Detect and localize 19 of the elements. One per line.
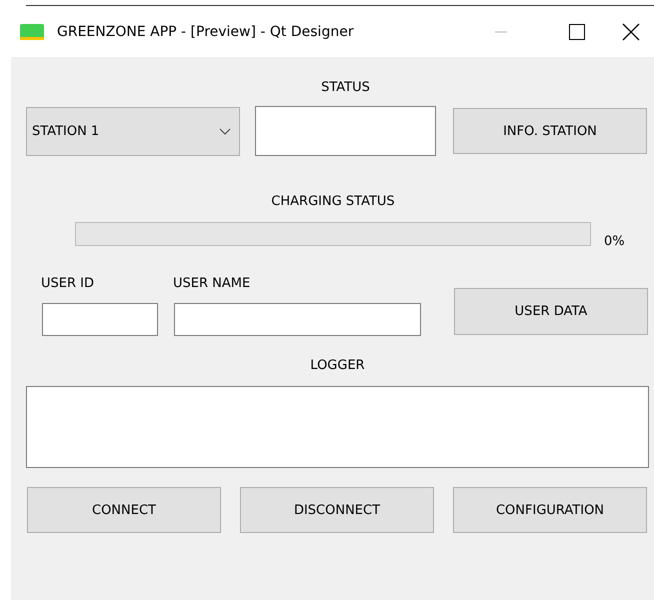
charging-status-label: CHARGING STATUS [271,194,395,209]
action-button[interactable]: DISCONNECT [240,487,434,533]
input-field[interactable] [174,303,421,336]
action-button[interactable]: CONFIGURATION [453,487,647,533]
user-data-button[interactable]: USER DATA [454,288,648,335]
input-field[interactable] [42,303,158,336]
station-dropdown[interactable]: STATION 1 [26,107,240,156]
chevron-down-icon [219,128,231,136]
logger-label: LOGGER [310,358,365,373]
user-name-label: USER NAME [173,276,250,291]
window-title: GREENZONE APP - [Preview] - Qt Designer [57,24,354,40]
user-id-label: USER ID [41,276,94,291]
action-button[interactable]: CONNECT [27,487,221,533]
info-station-button[interactable]: INFO. STATION [453,108,647,154]
logger-text-area[interactable] [26,386,649,468]
input-field[interactable] [255,106,436,156]
app-logo-icon [20,24,44,40]
status-label: STATUS [321,80,370,95]
progress-percent: 0% [604,234,625,249]
